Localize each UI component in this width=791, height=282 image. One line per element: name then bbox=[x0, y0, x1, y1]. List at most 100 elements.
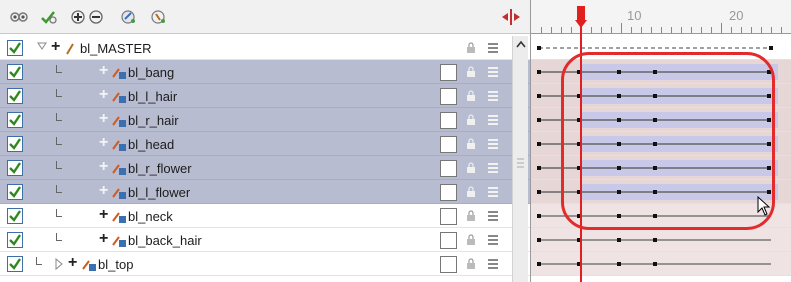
ruler-tick bbox=[651, 27, 652, 33]
timeline-track-bl-top[interactable] bbox=[531, 252, 791, 276]
timeline-track-bl-back-hair[interactable] bbox=[531, 228, 791, 252]
toggle-layers-icon[interactable] bbox=[38, 7, 60, 27]
expand-plus-icon[interactable]: + bbox=[99, 231, 108, 247]
expand-plus-icon[interactable]: + bbox=[99, 159, 108, 175]
expand-plus-icon[interactable]: + bbox=[99, 183, 108, 199]
lock-icon[interactable] bbox=[466, 114, 476, 126]
playhead-marker-icon[interactable] bbox=[575, 6, 587, 30]
layer-visibility-checkbox[interactable] bbox=[7, 184, 23, 200]
expand-plus-icon[interactable]: + bbox=[68, 255, 77, 271]
ruler-tick bbox=[711, 27, 712, 33]
scroll-thumb-grip-icon[interactable] bbox=[516, 156, 525, 170]
peg-icon bbox=[66, 43, 74, 55]
layer-options-icon[interactable] bbox=[487, 90, 499, 102]
lock-icon[interactable] bbox=[466, 258, 476, 270]
layer-row-bl-r-hair[interactable]: + bl_r_hair bbox=[0, 108, 530, 132]
ruler-tick bbox=[571, 27, 572, 33]
mouse-cursor-icon bbox=[757, 196, 771, 216]
expand-plus-icon[interactable]: + bbox=[99, 87, 108, 103]
layer-color-swatch[interactable] bbox=[440, 184, 457, 201]
lock-icon[interactable] bbox=[466, 210, 476, 222]
layer-row-master[interactable]: + bl_MASTER bbox=[0, 36, 530, 60]
drawing-layer-icon[interactable] bbox=[118, 7, 140, 27]
tree-connector bbox=[56, 185, 62, 193]
layer-options-icon[interactable] bbox=[487, 66, 499, 78]
frame-ruler[interactable]: 10 20 bbox=[531, 0, 791, 34]
expand-plus-icon[interactable]: + bbox=[99, 63, 108, 79]
layer-row-bl-l-hair[interactable]: + bl_l_hair bbox=[0, 84, 530, 108]
layer-visibility-checkbox[interactable] bbox=[7, 160, 23, 176]
tree-connector bbox=[56, 209, 62, 217]
expand-plus-icon[interactable]: + bbox=[99, 135, 108, 151]
layer-options-icon[interactable] bbox=[487, 162, 499, 174]
layer-options-icon[interactable] bbox=[487, 42, 499, 54]
layer-color-swatch[interactable] bbox=[440, 88, 457, 105]
ruler-tick bbox=[621, 23, 622, 33]
expand-plus-icon[interactable]: + bbox=[51, 39, 60, 55]
lock-icon[interactable] bbox=[466, 42, 476, 54]
ruler-tick bbox=[701, 27, 702, 33]
layer-row-bl-top[interactable]: + bl_top bbox=[0, 252, 530, 276]
layer-color-swatch[interactable] bbox=[440, 256, 457, 273]
lock-icon[interactable] bbox=[466, 234, 476, 246]
lock-icon[interactable] bbox=[466, 162, 476, 174]
ruler-tick bbox=[631, 27, 632, 33]
layer-name: bl_l_flower bbox=[128, 185, 191, 200]
ruler-tick bbox=[741, 27, 742, 33]
layer-visibility-checkbox[interactable] bbox=[7, 40, 23, 56]
peg-layer-icon[interactable] bbox=[148, 7, 170, 27]
lock-icon[interactable] bbox=[466, 186, 476, 198]
layer-visibility-checkbox[interactable] bbox=[7, 256, 23, 272]
layer-name: bl_back_hair bbox=[128, 233, 202, 248]
tree-connector bbox=[36, 257, 42, 265]
layer-row-bl-l-flower[interactable]: + bl_l_flower bbox=[0, 180, 530, 204]
layer-color-swatch[interactable] bbox=[440, 160, 457, 177]
layer-visibility-checkbox[interactable] bbox=[7, 64, 23, 80]
layer-row-bl-r-flower[interactable]: + bl_r_flower bbox=[0, 156, 530, 180]
lock-icon[interactable] bbox=[466, 66, 476, 78]
drawing-layer-icon bbox=[112, 164, 126, 175]
layer-options-icon[interactable] bbox=[487, 186, 499, 198]
layer-visibility-checkbox[interactable] bbox=[7, 112, 23, 128]
layer-options-icon[interactable] bbox=[487, 258, 499, 270]
layer-name: bl_r_flower bbox=[128, 161, 192, 176]
layer-color-swatch[interactable] bbox=[440, 112, 457, 129]
layer-row-bl-head[interactable]: + bl_head bbox=[0, 132, 530, 156]
show-all-icon[interactable] bbox=[8, 7, 30, 27]
layer-list-scrollbar[interactable] bbox=[512, 36, 528, 282]
ruler-tick bbox=[771, 27, 772, 33]
tree-connector bbox=[56, 137, 62, 145]
ruler-tick bbox=[551, 27, 552, 33]
expand-plus-icon[interactable]: + bbox=[99, 207, 108, 223]
layer-row-bl-back-hair[interactable]: + bl_back_hair bbox=[0, 228, 530, 252]
drawing-layer-icon bbox=[112, 188, 126, 199]
layer-visibility-checkbox[interactable] bbox=[7, 232, 23, 248]
layer-color-swatch[interactable] bbox=[440, 208, 457, 225]
layer-color-swatch[interactable] bbox=[440, 232, 457, 249]
layer-options-icon[interactable] bbox=[487, 114, 499, 126]
expand-plus-icon[interactable]: + bbox=[99, 111, 108, 127]
layer-row-bl-bang[interactable]: + bl_bang bbox=[0, 60, 530, 84]
layer-color-swatch[interactable] bbox=[440, 136, 457, 153]
expand-arrow-icon[interactable] bbox=[54, 257, 64, 271]
layer-color-swatch[interactable] bbox=[440, 64, 457, 81]
ruler-tick bbox=[691, 27, 692, 33]
track-keyframes bbox=[537, 238, 771, 242]
scroll-up-icon[interactable] bbox=[516, 40, 526, 48]
lock-icon[interactable] bbox=[466, 138, 476, 150]
layer-name: bl_head bbox=[128, 137, 175, 152]
layer-name: bl_r_hair bbox=[128, 113, 179, 128]
layer-options-icon[interactable] bbox=[487, 234, 499, 246]
layer-options-icon[interactable] bbox=[487, 210, 499, 222]
layer-visibility-checkbox[interactable] bbox=[7, 208, 23, 224]
layer-visibility-checkbox[interactable] bbox=[7, 136, 23, 152]
layer-row-bl-neck[interactable]: + bl_neck bbox=[0, 204, 530, 228]
add-remove-layers-icon[interactable] bbox=[68, 7, 108, 27]
layer-visibility-checkbox[interactable] bbox=[7, 88, 23, 104]
tree-connector bbox=[56, 161, 62, 169]
layer-options-icon[interactable] bbox=[487, 138, 499, 150]
ruler-tick bbox=[751, 27, 752, 33]
split-timeline-icon[interactable] bbox=[500, 7, 522, 27]
lock-icon[interactable] bbox=[466, 90, 476, 102]
track-keyframes bbox=[537, 262, 771, 266]
